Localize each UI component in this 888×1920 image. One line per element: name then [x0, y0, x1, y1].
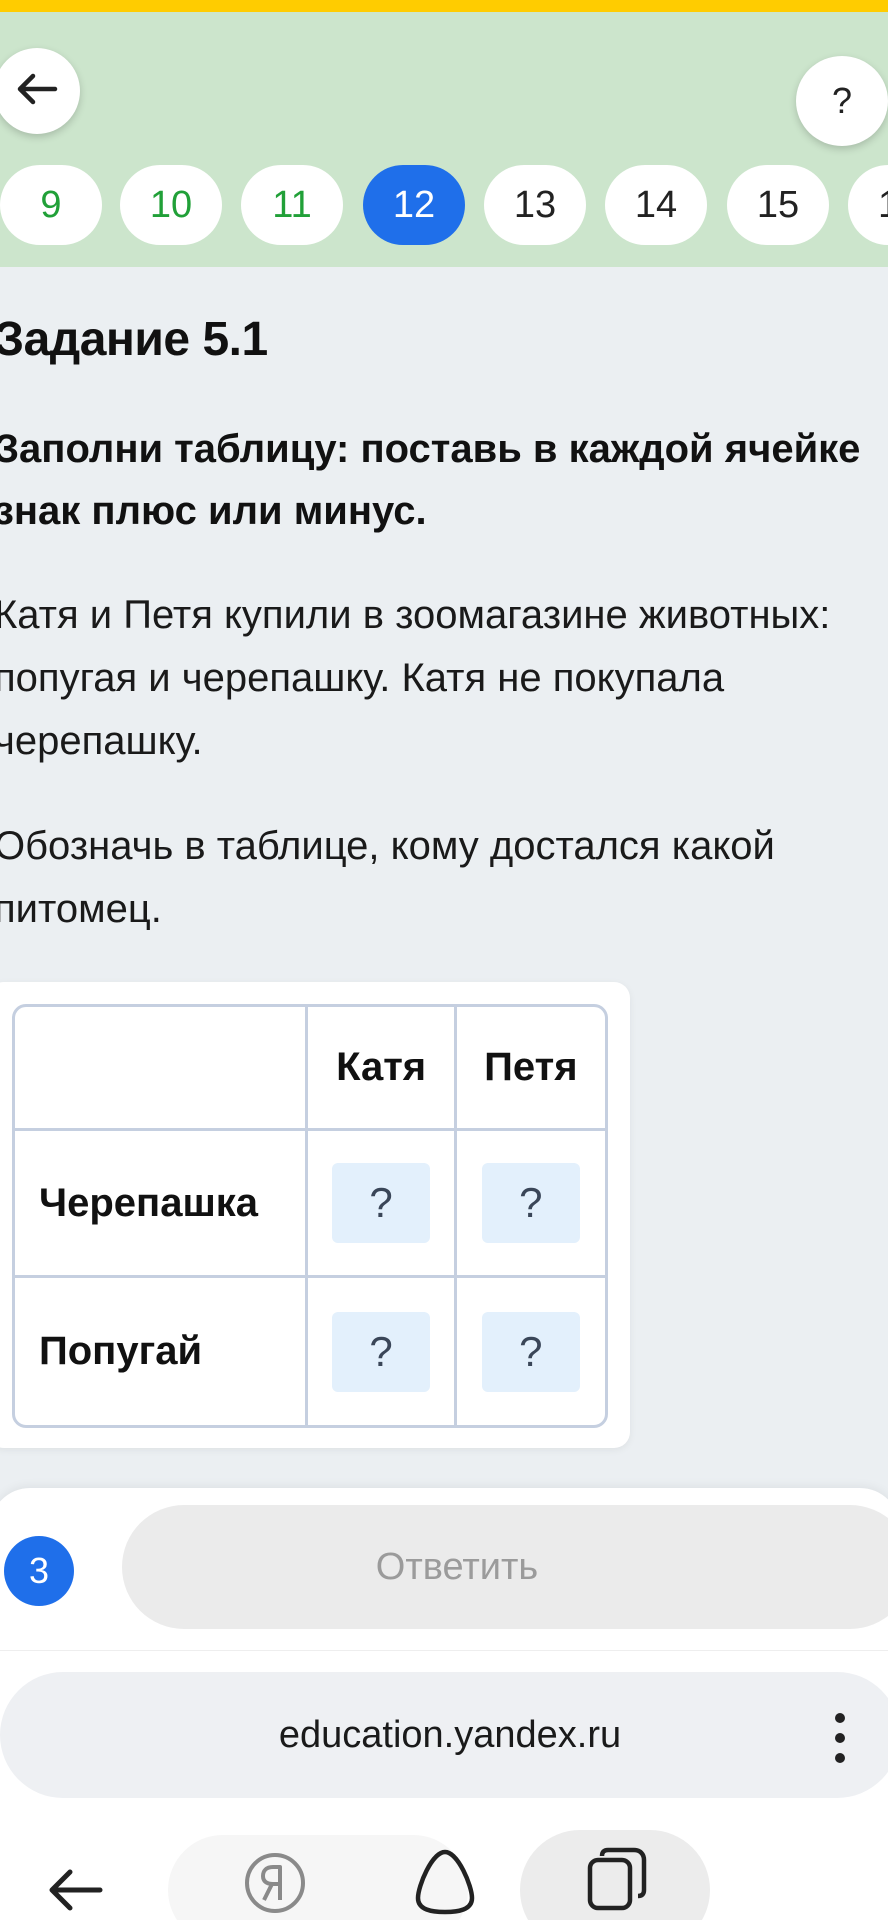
task-pill-10[interactable]: 10: [120, 165, 222, 245]
answer-cell-turtle-petya[interactable]: ?: [481, 1163, 580, 1243]
submit-button[interactable]: Ответить: [122, 1505, 888, 1629]
table-row: Попугай ? ?: [15, 1278, 605, 1425]
answer-table: Катя Петя Черепашка ? ? Попугай ? ?: [12, 1004, 608, 1428]
address-bar[interactable]: education.yandex.ru: [0, 1672, 888, 1798]
row-label-parrot: Попугай: [15, 1278, 309, 1425]
answer-cell-turtle-katya[interactable]: ?: [332, 1163, 431, 1243]
row-label-turtle: Черепашка: [15, 1131, 309, 1278]
url-text: education.yandex.ru: [278, 1713, 622, 1756]
table-corner-cell: [15, 1007, 309, 1131]
table-cell: ?: [308, 1131, 457, 1278]
top-accent-strip: [0, 0, 888, 12]
column-header-katya: Катя: [308, 1007, 457, 1131]
task-instruction: Заполни таблицу: поставь в каждой ячейке…: [0, 427, 861, 533]
help-button[interactable]: ?: [796, 56, 888, 146]
table-cell: ?: [308, 1278, 457, 1425]
table-cell: ?: [457, 1278, 605, 1425]
task-pill-next[interactable]: 1: [848, 165, 888, 245]
help-icon: ?: [831, 80, 853, 121]
task-pill-15[interactable]: 15: [727, 165, 829, 245]
arrow-left-icon: [15, 71, 59, 112]
task-pill-12[interactable]: 12: [363, 165, 465, 245]
yandex-icon[interactable]: [240, 1848, 310, 1918]
more-menu-icon[interactable]: [822, 1710, 858, 1766]
task-condition: Катя и Петя купили в зоомагазине животны…: [0, 593, 831, 763]
task-question: Обозначь в таблице, кому достался какой …: [0, 824, 775, 931]
task-pill-9[interactable]: 9: [0, 165, 102, 245]
table-cell: ?: [456, 1131, 605, 1278]
answer-table-card: Катя Петя Черепашка ? ? Попугай ? ?: [0, 982, 630, 1448]
task-pill-13[interactable]: 13: [484, 165, 586, 245]
task-pill-14[interactable]: 14: [605, 165, 707, 245]
table-row: Черепашка ? ?: [15, 1131, 605, 1278]
task-pill-11[interactable]: 11: [241, 165, 343, 245]
task-number-list: 9 10 11 12 13 14 15 1: [0, 165, 888, 251]
task-title: Задание 5.1: [0, 313, 268, 366]
attempts-badge: 3: [4, 1536, 74, 1606]
submit-label: Ответить: [375, 1545, 539, 1588]
browser-back-icon[interactable]: [40, 1860, 110, 1920]
answer-cell-parrot-petya[interactable]: ?: [481, 1311, 580, 1392]
tabs-icon[interactable]: [584, 1846, 650, 1916]
column-header-petya: Петя: [456, 1007, 605, 1131]
answer-cell-parrot-katya[interactable]: ?: [332, 1311, 431, 1392]
table-header-row: Катя Петя: [15, 1007, 605, 1131]
alice-icon[interactable]: [412, 1846, 478, 1916]
